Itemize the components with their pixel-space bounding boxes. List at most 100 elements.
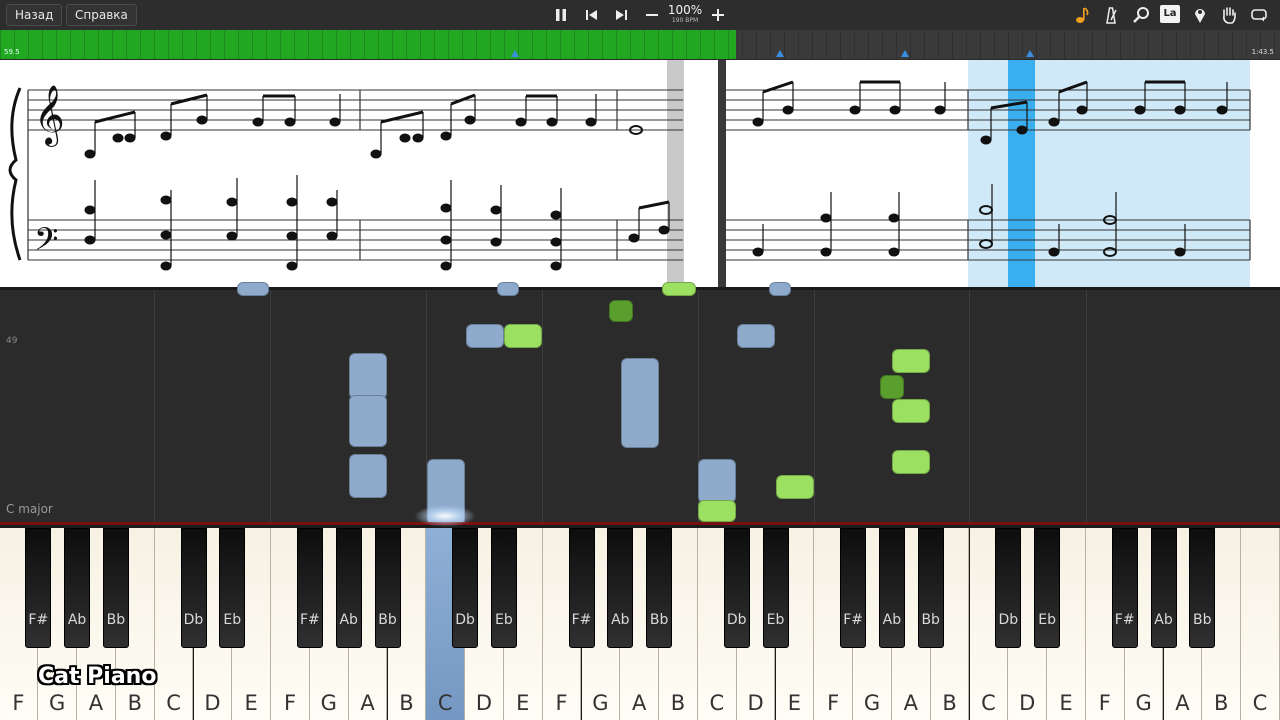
black-key[interactable]: [452, 528, 479, 648]
white-key-label: G: [49, 691, 66, 715]
falling-notes-area: 49 C major: [0, 282, 1280, 525]
black-key-label: Db: [726, 612, 747, 628]
grand-staff-brace: [8, 87, 22, 261]
black-key[interactable]: [219, 528, 246, 648]
brand-label: Cat Piano: [38, 664, 157, 689]
white-key-label: B: [127, 691, 142, 715]
pin-icon[interactable]: [1189, 5, 1211, 25]
falling-note: [504, 324, 542, 348]
grid-line: [1086, 290, 1087, 525]
black-key[interactable]: [490, 528, 517, 648]
bookmark-marker[interactable]: [1026, 50, 1034, 57]
black-key[interactable]: [335, 528, 362, 648]
loop-icon[interactable]: [1248, 5, 1270, 25]
black-key-label: Bb: [106, 612, 126, 628]
minus-icon[interactable]: [641, 5, 663, 25]
white-key-label: F: [283, 691, 297, 715]
black-key[interactable]: [64, 528, 91, 648]
falling-note: [776, 475, 814, 499]
black-key[interactable]: [607, 528, 634, 648]
black-key[interactable]: [878, 528, 905, 648]
black-key[interactable]: [568, 528, 595, 648]
black-key[interactable]: [374, 528, 401, 648]
white-key-label: E: [516, 691, 530, 715]
skip-forward-icon[interactable]: [610, 5, 632, 25]
note-icon[interactable]: [1071, 5, 1093, 25]
la-icon[interactable]: La: [1160, 5, 1180, 23]
black-key-label: Eb: [766, 612, 785, 628]
black-key-label: Bb: [649, 612, 669, 628]
black-key-label: Eb: [223, 612, 242, 628]
falling-note: [892, 349, 930, 373]
white-key-label: E: [787, 691, 802, 715]
black-key-label: Ab: [882, 612, 902, 628]
black-key[interactable]: [1150, 528, 1177, 648]
white-key-label: D: [475, 691, 493, 715]
black-key-label: Ab: [339, 612, 358, 628]
black-key[interactable]: [646, 528, 673, 648]
time-end: 1:43.5: [1251, 48, 1274, 56]
bookmark-marker[interactable]: [776, 50, 784, 57]
falling-note: [349, 353, 387, 399]
falling-note: [892, 399, 930, 423]
falling-note: [698, 459, 736, 503]
falling-note: [737, 324, 775, 348]
back-button[interactable]: Назад: [6, 4, 63, 26]
white-key-label: F: [1098, 691, 1111, 715]
bookmark-marker[interactable]: [511, 50, 519, 57]
black-key[interactable]: [1111, 528, 1138, 648]
falling-note: [349, 454, 387, 498]
black-key[interactable]: [296, 528, 323, 648]
white-key-label: C: [709, 691, 725, 715]
black-key[interactable]: [25, 528, 52, 648]
white-key[interactable]: C: [1241, 528, 1280, 720]
page-edge: [667, 60, 684, 287]
black-key-label: Ab: [1154, 612, 1173, 628]
white-key-label: G: [592, 691, 609, 715]
white-key-label: C: [1252, 691, 1268, 715]
white-key-label: B: [670, 691, 686, 715]
pause-icon[interactable]: [550, 5, 572, 25]
white-key-label: C: [981, 691, 996, 715]
white-key-label: F: [12, 691, 25, 715]
falling-note: [621, 358, 659, 448]
black-key-label: Db: [998, 612, 1019, 628]
song-progress-bar[interactable]: [0, 30, 1280, 59]
row-label: 49: [6, 336, 18, 346]
skip-back-icon[interactable]: [581, 5, 603, 25]
black-key[interactable]: [180, 528, 207, 648]
sheet-music[interactable]: 𝄞 𝄢: [0, 60, 1280, 287]
black-key[interactable]: [762, 528, 789, 648]
metronome-icon[interactable]: [1100, 5, 1122, 25]
white-key-label: B: [942, 691, 957, 715]
magnifier-icon[interactable]: [1130, 5, 1152, 25]
black-key-label: Ab: [67, 612, 87, 628]
grid-line: [814, 290, 815, 525]
plus-icon[interactable]: [707, 5, 729, 25]
black-key-label: Eb: [1038, 612, 1056, 628]
white-key-label: D: [204, 691, 221, 715]
grid-line: [542, 290, 543, 525]
toolbar: Назад Справка 100% 190 BPM La: [0, 0, 1280, 30]
time-start: 59.5: [4, 48, 20, 56]
help-button[interactable]: Справка: [66, 4, 137, 26]
black-key-label: Ab: [611, 612, 630, 628]
black-key[interactable]: [995, 528, 1022, 648]
black-key[interactable]: [1189, 528, 1216, 648]
black-key[interactable]: [102, 528, 129, 648]
tempo-bpm: 190 BPM: [671, 17, 699, 24]
black-key[interactable]: [840, 528, 867, 648]
white-key-label: D: [1019, 691, 1036, 715]
grid-line: [154, 290, 155, 525]
falling-note: [880, 375, 904, 399]
black-key[interactable]: [917, 528, 944, 648]
black-key[interactable]: [1034, 528, 1061, 648]
bookmark-marker[interactable]: [901, 50, 909, 57]
black-key-label: Bb: [378, 612, 397, 628]
black-key-label: Bb: [1193, 612, 1212, 628]
hand-icon[interactable]: [1218, 5, 1240, 25]
white-key-label: G: [320, 691, 337, 715]
black-key[interactable]: [723, 528, 750, 648]
page-divider: [718, 60, 726, 287]
synthesia-window: Назад Справка 100% 190 BPM La 59.5 1:43.…: [0, 0, 1280, 720]
